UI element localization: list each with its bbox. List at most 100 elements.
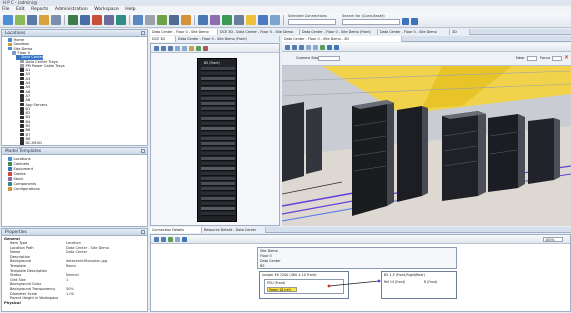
pan-icon[interactable] [306,45,311,50]
tab-3d[interactable]: 3D [450,29,470,35]
zoom-out-icon[interactable] [161,46,166,51]
rack-unit[interactable] [201,127,235,131]
pan-icon[interactable] [182,46,187,51]
rack-unit[interactable] [201,87,235,91]
menu-edit[interactable]: Edit [16,7,25,12]
rotate-icon[interactable] [196,46,201,51]
menu-workspace[interactable]: Workspace [94,7,119,12]
fit-icon[interactable] [168,46,173,51]
layers-icon[interactable] [51,15,61,25]
rack-icon[interactable] [80,15,90,25]
rack-unit[interactable] [201,102,235,106]
selected-connections-combo[interactable] [288,19,336,25]
settings-icon[interactable] [234,15,244,25]
search-options-icon[interactable] [411,18,418,25]
panel-minimize-icon[interactable] [141,230,145,234]
info-icon[interactable] [258,15,268,25]
search-icon[interactable] [327,45,332,50]
properties-section-physical[interactable]: Physical [4,301,21,305]
list-icon[interactable] [169,15,179,25]
grid-icon[interactable] [68,15,78,25]
rack-unit[interactable] [201,207,235,211]
camera-step-slider[interactable] [318,56,340,61]
search-icon[interactable] [39,15,49,25]
rack-unit[interactable] [201,212,235,216]
rack-unit[interactable] [201,182,235,186]
print-icon[interactable] [189,46,194,51]
tab-dce-3d[interactable]: DCE 3D - Data Center - Floor 0 - Site De… [218,29,300,35]
refresh-icon[interactable] [270,15,280,25]
port-icon[interactable] [210,15,220,25]
back-icon[interactable] [15,15,25,25]
rack-unit[interactable] [201,192,235,196]
panel-minimize-icon[interactable] [141,31,145,35]
zoom-out-icon[interactable] [299,45,304,50]
rack-unit[interactable] [201,147,235,151]
tab-data-center-floor[interactable]: Data Center - Floor 0 - Site Demo [150,29,218,35]
near-slider[interactable] [527,56,537,61]
template-item[interactable]: Configurations [8,187,40,192]
delete-icon[interactable] [203,46,208,51]
rack-unit[interactable] [201,187,235,191]
menu-administration[interactable]: Administration [55,7,88,12]
tab-3d-inner[interactable]: Data Center - Floor 0 - Site Demo - 3D [282,36,402,42]
select-icon[interactable] [175,46,180,51]
rack-unit[interactable] [201,167,235,171]
orbit-icon[interactable] [285,45,290,50]
floor-icon[interactable] [104,15,114,25]
tab-front-inner[interactable]: Data Center - Floor 0 - Site Demo (Front… [176,36,280,42]
table-icon[interactable] [145,15,155,25]
rack-unit[interactable] [201,112,235,116]
rack-unit[interactable] [201,152,235,156]
tab-resource-details[interactable]: Resource Details - Data Center [202,227,266,233]
focus-slider[interactable] [552,56,562,61]
menu-file[interactable]: File [2,7,10,12]
export-icon[interactable] [181,15,191,25]
view3d-canvas[interactable] [282,66,571,226]
rack-unit[interactable] [201,132,235,136]
map-icon[interactable] [116,15,126,25]
rack-unit[interactable] [201,107,235,111]
rack-unit[interactable] [201,92,235,96]
menu-help[interactable]: Help [125,7,135,12]
rack-unit[interactable] [201,67,235,71]
chart-icon[interactable] [133,15,143,25]
camera-icon[interactable] [313,45,318,50]
help-icon[interactable] [246,15,256,25]
menu-reports[interactable]: Reports [31,7,48,12]
zoom-in-icon[interactable] [154,46,159,51]
rack-unit[interactable] [201,177,235,181]
rack-unit[interactable] [201,162,235,166]
reset-view-icon[interactable] [320,45,325,50]
search-go-icon[interactable] [402,18,409,25]
home-icon[interactable] [3,15,13,25]
rack-unit[interactable] [201,77,235,81]
rack-unit[interactable] [201,172,235,176]
rack-unit[interactable] [201,82,235,86]
rack-unit[interactable] [201,157,235,161]
cable-icon[interactable] [92,15,102,25]
rack-unit[interactable] [201,137,235,141]
rack-unit[interactable] [201,122,235,126]
rack-unit[interactable] [201,97,235,101]
rack-unit[interactable] [201,117,235,121]
close-icon[interactable]: ✕ [564,54,569,61]
rack-unit[interactable] [201,142,235,146]
tab-connection-details[interactable]: Connection Details [150,227,202,233]
settings-icon[interactable] [334,45,339,50]
report-icon[interactable] [157,15,167,25]
tab-dce3d-inner[interactable]: DCE 3D [150,36,176,42]
rack-unit[interactable] [201,72,235,76]
rack-b5-front[interactable]: B5 (Front) [197,58,237,222]
zoom-in-icon[interactable] [292,45,297,50]
tree-item[interactable]: DC-IM-B1 [20,141,42,145]
panel-minimize-icon[interactable] [141,149,145,153]
power-icon[interactable] [222,15,232,25]
rack-unit[interactable] [201,202,235,206]
tab-front-view[interactable]: Data Center - Floor 0 - Site Demo (Front… [300,29,378,35]
rack-unit[interactable] [201,197,235,201]
search-input[interactable] [342,19,400,25]
tab-data-center-floor-2[interactable]: Data Center - Floor 0 - Site Demo [378,29,450,35]
forward-icon[interactable] [27,15,37,25]
property-row[interactable]: Parent Height in Workspace [4,296,136,301]
